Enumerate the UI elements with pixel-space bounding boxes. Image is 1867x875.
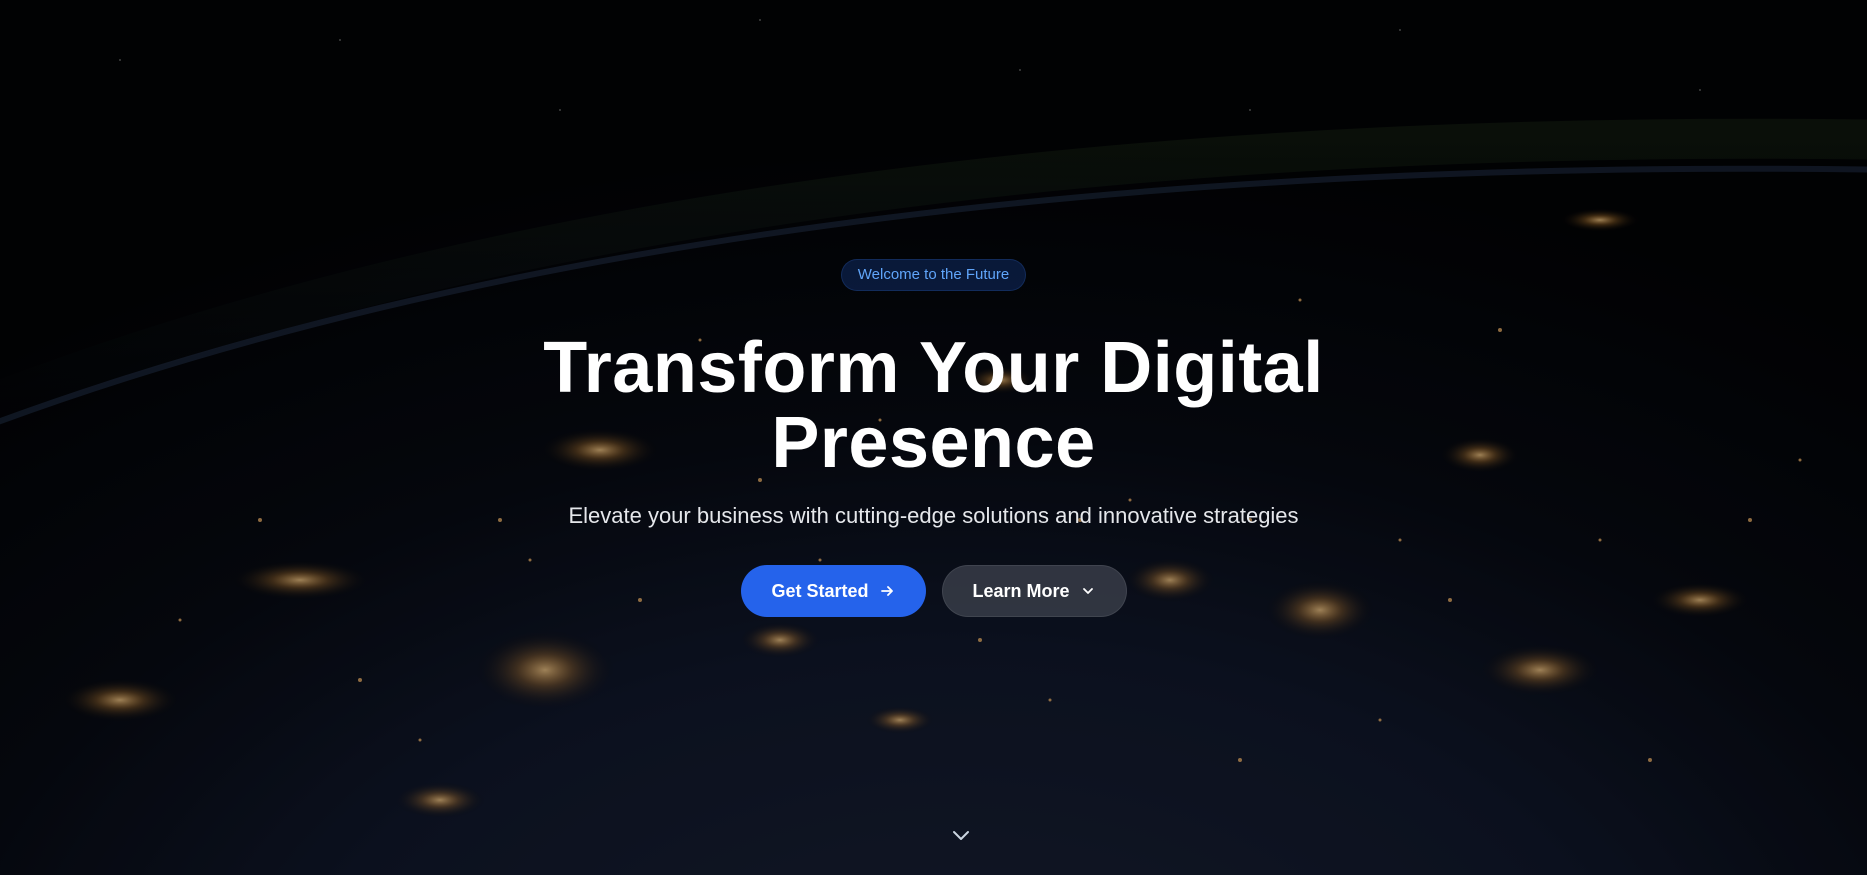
hero-title-line-2: Presence <box>771 403 1096 483</box>
hero-section: Welcome to the Future Transform Your Dig… <box>0 0 1867 875</box>
scroll-down-indicator[interactable] <box>949 826 973 846</box>
hero-content: Welcome to the Future Transform Your Dig… <box>0 0 1867 875</box>
scroll-chevron-down-icon <box>949 831 973 850</box>
welcome-badge: Welcome to the Future <box>840 259 1027 291</box>
learn-more-label: Learn More <box>972 580 1070 601</box>
arrow-right-icon <box>879 583 895 599</box>
get-started-button[interactable]: Get Started <box>740 565 926 617</box>
get-started-label: Get Started <box>771 580 869 601</box>
chevron-down-icon <box>1080 583 1096 599</box>
learn-more-button[interactable]: Learn More <box>941 565 1127 617</box>
hero-actions: Get Started Learn More <box>740 565 1127 617</box>
hero-title-line-1: Transform Your Digital <box>543 328 1324 408</box>
hero-title: Transform Your Digital Presence <box>484 331 1384 481</box>
hero-subtitle: Elevate your business with cutting-edge … <box>568 503 1299 528</box>
